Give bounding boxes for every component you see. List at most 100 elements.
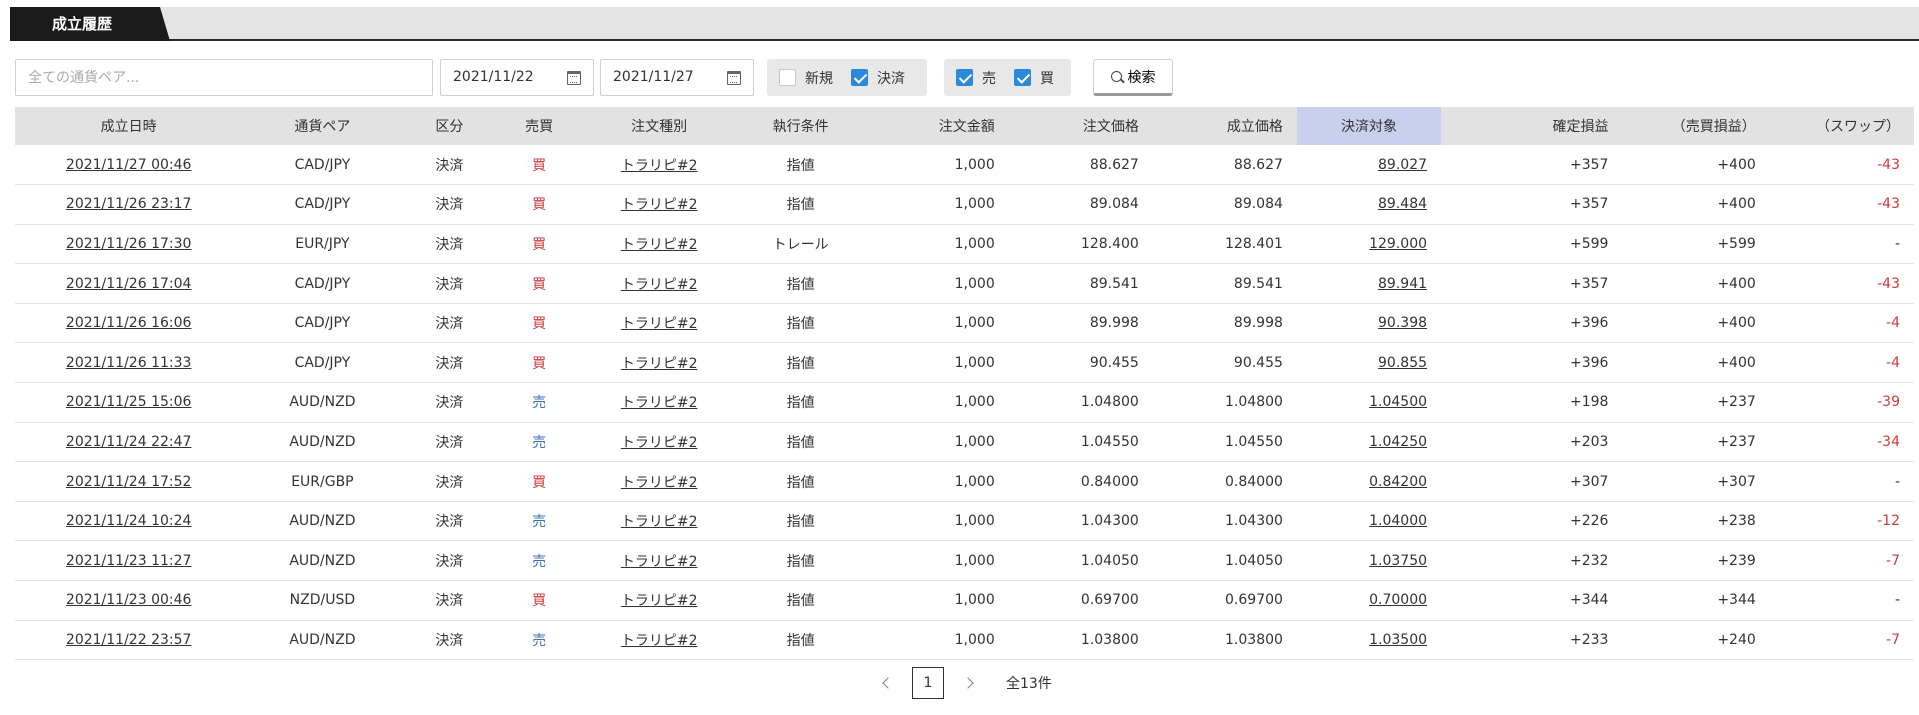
cell-swap: -4 — [1769, 342, 1914, 384]
cell-order-amount-value: 1,000 — [954, 156, 995, 173]
cell-fill-price-value: 89.084 — [1233, 196, 1283, 213]
cell-settlement-target-value[interactable]: 1.03500 — [1369, 632, 1427, 648]
cell-trade-time-value[interactable]: 2021/11/27 00:46 — [66, 157, 192, 173]
cell-order-type-value[interactable]: トラリピ#2 — [621, 237, 698, 253]
cell-trade-time-value[interactable]: 2021/11/26 17:04 — [66, 276, 192, 292]
cell-order-type-value[interactable]: トラリピ#2 — [621, 197, 698, 213]
table-row: 2021/11/26 11:33 CAD/JPY 決済 買 トラリピ#2 指値 1,000 9… — [15, 342, 1914, 384]
cell-execution-condition: 指値 — [736, 303, 865, 344]
cell-order-type-value[interactable]: トラリピ#2 — [621, 158, 698, 174]
checkbox-checked-icon[interactable] — [956, 69, 973, 86]
cell-trade-time-value[interactable]: 2021/11/24 17:52 — [66, 474, 192, 490]
cell-order-type-value[interactable]: トラリピ#2 — [621, 593, 698, 609]
cell-settlement-target-value[interactable]: 1.04250 — [1369, 434, 1427, 450]
calendar-icon[interactable] — [727, 70, 741, 85]
cell-trade-time-value[interactable]: 2021/11/24 22:47 — [66, 434, 192, 450]
cell-trade-pl: +400 — [1622, 342, 1770, 384]
kind-settle-checkbox[interactable]: 決済 — [851, 68, 905, 88]
search-button-label: 検索 — [1127, 68, 1156, 85]
cell-settlement-target-value[interactable]: 1.04500 — [1369, 394, 1427, 410]
cell-execution-condition: 指値 — [736, 342, 865, 384]
cell-trade-time-value[interactable]: 2021/11/26 17:30 — [66, 236, 192, 252]
cell-order-type-value[interactable]: トラリピ#2 — [621, 395, 698, 411]
cell-settlement-target-value[interactable]: 90.855 — [1378, 355, 1427, 371]
cell-category: 決済 — [402, 501, 497, 542]
cell-fill-price-value: 90.455 — [1233, 354, 1283, 371]
cell-settlement-target-value[interactable]: 89.941 — [1378, 276, 1427, 292]
cell-trade-pl-value: +307 — [1717, 473, 1756, 490]
cell-currency-pair: CAD/JPY — [242, 303, 403, 344]
prev-page-button[interactable] — [870, 667, 902, 699]
header-currency-pair[interactable]: 通貨ペア — [242, 107, 403, 145]
header-trade-pl[interactable]: （売買損益） — [1622, 107, 1770, 145]
cell-side-value: 買 — [532, 197, 547, 214]
cell-settlement-target-value[interactable]: 0.84200 — [1369, 474, 1427, 490]
checkbox-checked-icon[interactable] — [851, 69, 868, 86]
date-to-field[interactable]: 2021/11/27 — [600, 59, 754, 96]
cell-order-type-value[interactable]: トラリピ#2 — [621, 633, 698, 649]
cell-realized-pl: +357 — [1441, 263, 1623, 304]
header-order-price[interactable]: 注文価格 — [1008, 107, 1153, 145]
cell-trade-time-value[interactable]: 2021/11/23 00:46 — [66, 592, 192, 608]
side-buy-checkbox[interactable]: 買 — [1014, 68, 1054, 88]
cell-trade-time-value[interactable]: 2021/11/26 11:33 — [66, 355, 192, 371]
cell-trade-pl: +238 — [1622, 501, 1770, 542]
header-order-type[interactable]: 注文種別 — [581, 107, 737, 145]
cell-order-type-value[interactable]: トラリピ#2 — [621, 554, 698, 570]
cell-fill-price: 88.627 — [1152, 145, 1297, 186]
header-execution-condition[interactable]: 執行条件 — [736, 107, 865, 145]
cell-category: 決済 — [402, 184, 497, 225]
cell-order-type-value[interactable]: トラリピ#2 — [621, 316, 698, 332]
header-side[interactable]: 売買 — [496, 107, 582, 145]
checkbox-unchecked-icon[interactable] — [779, 69, 796, 86]
cell-order-type-value[interactable]: トラリピ#2 — [621, 356, 698, 372]
cell-trade-time-value[interactable]: 2021/11/24 10:24 — [66, 513, 192, 529]
cell-trade-time-value[interactable]: 2021/11/26 16:06 — [66, 315, 192, 331]
cell-settlement-target-value[interactable]: 1.04000 — [1369, 513, 1427, 529]
cell-trade-time: 2021/11/26 16:06 — [15, 303, 243, 344]
current-page-button[interactable]: 1 — [912, 667, 944, 699]
header-fill-price[interactable]: 成立価格 — [1152, 107, 1297, 145]
cell-fill-price-value: 1.03800 — [1225, 631, 1283, 648]
next-page-button[interactable] — [954, 667, 986, 699]
table-row: 2021/11/26 23:17 CAD/JPY 決済 買 トラリピ#2 指値 1,000 8… — [15, 184, 1914, 225]
cell-order-type-value[interactable]: トラリピ#2 — [621, 514, 698, 530]
search-button[interactable]: 検索 — [1093, 59, 1173, 96]
cell-settlement-target-value[interactable]: 129.000 — [1369, 236, 1427, 252]
cell-order-type-value[interactable]: トラリピ#2 — [621, 475, 698, 491]
calendar-icon[interactable] — [567, 70, 581, 85]
kind-new-checkbox[interactable]: 新規 — [779, 68, 833, 88]
cell-execution-condition: 指値 — [736, 620, 865, 661]
cell-trade-time-value[interactable]: 2021/11/22 23:57 — [66, 632, 192, 648]
cell-order-price: 89.084 — [1008, 184, 1153, 225]
cell-currency-pair: AUD/NZD — [242, 501, 403, 542]
cell-settlement-target-value[interactable]: 90.398 — [1378, 315, 1427, 331]
cell-settlement-target-value[interactable]: 1.03750 — [1369, 553, 1427, 569]
currency-pair-search-input[interactable] — [15, 59, 433, 96]
cell-trade-time-value[interactable]: 2021/11/23 11:27 — [66, 553, 192, 569]
tab-trade-history[interactable]: 成立履歴 — [10, 7, 170, 41]
cell-order-type: トラリピ#2 — [581, 580, 737, 621]
header-category[interactable]: 区分 — [402, 107, 497, 145]
cell-trade-time-value[interactable]: 2021/11/26 23:17 — [66, 196, 192, 212]
cell-order-price: 0.84000 — [1008, 461, 1153, 502]
checkbox-checked-icon[interactable] — [1014, 69, 1031, 86]
cell-trade-pl: +240 — [1622, 620, 1770, 661]
table-header-row: 成立日時 通貨ペア 区分 売買 注文種別 執行条件 注文金額 注文価格 成立価格… — [15, 107, 1914, 145]
cell-settlement-target-value[interactable]: 0.70000 — [1369, 592, 1427, 608]
cell-order-amount: 1,000 — [864, 224, 1009, 265]
cell-settlement-target-value[interactable]: 89.027 — [1378, 157, 1427, 173]
cell-order-price: 1.04050 — [1008, 540, 1153, 582]
header-settlement-target[interactable]: 決済対象 — [1296, 107, 1442, 145]
cell-order-type-value[interactable]: トラリピ#2 — [621, 435, 698, 451]
side-sell-checkbox[interactable]: 売 — [956, 68, 996, 88]
header-order-amount[interactable]: 注文金額 — [864, 107, 1009, 145]
header-trade-time[interactable]: 成立日時 — [15, 107, 243, 145]
cell-order-type-value[interactable]: トラリピ#2 — [621, 277, 698, 293]
header-swap[interactable]: （スワップ） — [1769, 107, 1914, 145]
date-from-field[interactable]: 2021/11/22 — [440, 59, 594, 96]
cell-settlement-target-value[interactable]: 89.484 — [1378, 196, 1427, 212]
header-realized-pl[interactable]: 確定損益 — [1441, 107, 1623, 145]
cell-trade-time-value[interactable]: 2021/11/25 15:06 — [66, 394, 192, 410]
cell-trade-time: 2021/11/22 23:57 — [15, 620, 243, 661]
